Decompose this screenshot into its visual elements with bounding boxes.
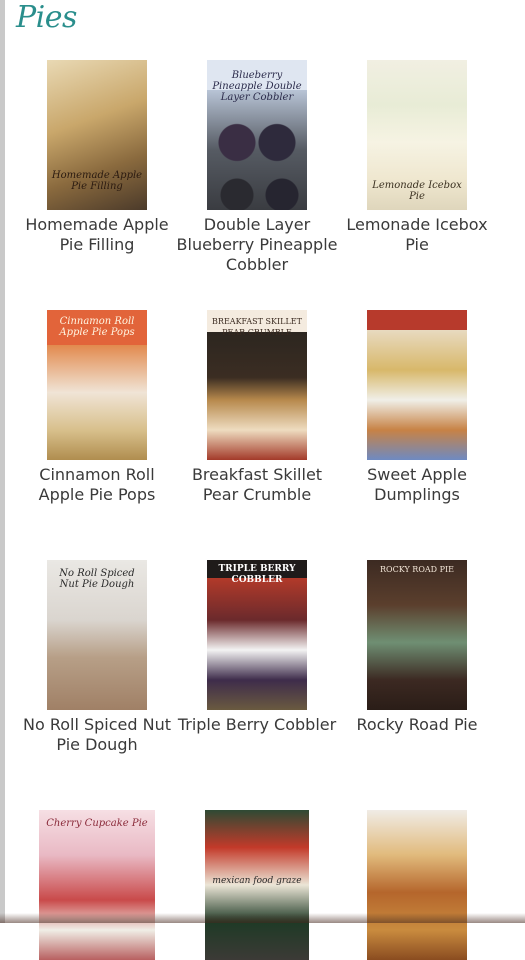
bottom-fade — [0, 913, 525, 923]
thumbnail-caption: mexican food graze — [212, 876, 302, 886]
recipe-card[interactable]: Homemade Apple Pie Filling Homemade Appl… — [12, 60, 182, 255]
recipe-card[interactable]: No Roll Spiced Nut Pie Dough No Roll Spi… — [12, 560, 182, 755]
recipe-card[interactable]: BREAKFAST SKILLET PEAR CRUMBLE Breakfast… — [172, 310, 342, 505]
recipe-card[interactable] — [332, 810, 502, 960]
thumbnail-caption: No Roll Spiced Nut Pie Dough — [59, 568, 135, 590]
recipe-thumbnail[interactable]: mexican food graze — [205, 810, 309, 960]
recipe-grid: Homemade Apple Pie Filling Homemade Appl… — [0, 0, 525, 960]
recipe-card[interactable]: Cinnamon Roll Apple Pie Pops Cinnamon Ro… — [12, 310, 182, 505]
thumbnail-caption: ROCKY ROAD PIE — [380, 565, 454, 574]
recipe-card[interactable]: Sweet Apple Dumplings — [332, 310, 502, 505]
recipe-title-link[interactable]: Homemade Apple Pie Filling — [12, 215, 182, 255]
recipe-thumbnail[interactable]: Cinnamon Roll Apple Pie Pops — [47, 310, 147, 460]
recipe-thumbnail[interactable] — [367, 310, 467, 460]
thumbnail-caption: Blueberry Pineapple Double Layer Cobbler — [212, 70, 302, 103]
recipe-title-link[interactable]: Triple Berry Cobbler — [172, 715, 342, 735]
recipe-thumbnail[interactable]: ROCKY ROAD PIE — [367, 560, 467, 710]
recipe-title-link[interactable]: Cinnamon Roll Apple Pie Pops — [12, 465, 182, 505]
recipe-title-link[interactable]: No Roll Spiced Nut Pie Dough — [12, 715, 182, 755]
recipe-card[interactable]: Cherry Cupcake Pie — [12, 810, 182, 960]
recipe-thumbnail[interactable]: Homemade Apple Pie Filling — [47, 60, 147, 210]
recipe-thumbnail[interactable]: No Roll Spiced Nut Pie Dough — [47, 560, 147, 710]
recipe-thumbnail[interactable]: Lemonade Icebox Pie — [367, 60, 467, 210]
thumbnail-caption: TRIPLE BERRY COBBLER — [218, 564, 296, 585]
thumbnail-caption: Lemonade Icebox Pie — [372, 180, 462, 202]
recipe-title-link[interactable]: Breakfast Skillet Pear Crumble — [172, 465, 342, 505]
recipe-card[interactable]: mexican food graze — [172, 810, 342, 960]
recipe-title-link[interactable]: Sweet Apple Dumplings — [332, 465, 502, 505]
recipe-thumbnail[interactable]: Blueberry Pineapple Double Layer Cobbler — [207, 60, 307, 210]
thumbnail-caption: Homemade Apple Pie Filling — [51, 170, 143, 192]
recipe-thumbnail[interactable] — [367, 810, 467, 960]
recipe-title-link[interactable]: Double Layer Blueberry Pineapple Cobbler — [172, 215, 342, 275]
recipe-title-link[interactable]: Rocky Road Pie — [332, 715, 502, 735]
thumbnail-caption: BREAKFAST SKILLET PEAR CRUMBLE — [212, 317, 302, 337]
recipe-card[interactable]: ROCKY ROAD PIE Rocky Road Pie — [332, 560, 502, 735]
recipe-card[interactable]: TRIPLE BERRY COBBLER Triple Berry Cobble… — [172, 560, 342, 735]
recipe-card[interactable]: Blueberry Pineapple Double Layer Cobbler… — [172, 60, 342, 275]
recipe-title-link[interactable]: Lemonade Icebox Pie — [332, 215, 502, 255]
thumbnail-caption: Cherry Cupcake Pie — [46, 818, 148, 829]
recipe-card[interactable]: Lemonade Icebox Pie Lemonade Icebox Pie — [332, 60, 502, 255]
recipe-thumbnail[interactable]: BREAKFAST SKILLET PEAR CRUMBLE — [207, 310, 307, 460]
thumbnail-caption: Cinnamon Roll Apple Pie Pops — [59, 316, 135, 338]
recipe-thumbnail[interactable]: TRIPLE BERRY COBBLER — [207, 560, 307, 710]
recipe-thumbnail[interactable]: Cherry Cupcake Pie — [39, 810, 155, 960]
